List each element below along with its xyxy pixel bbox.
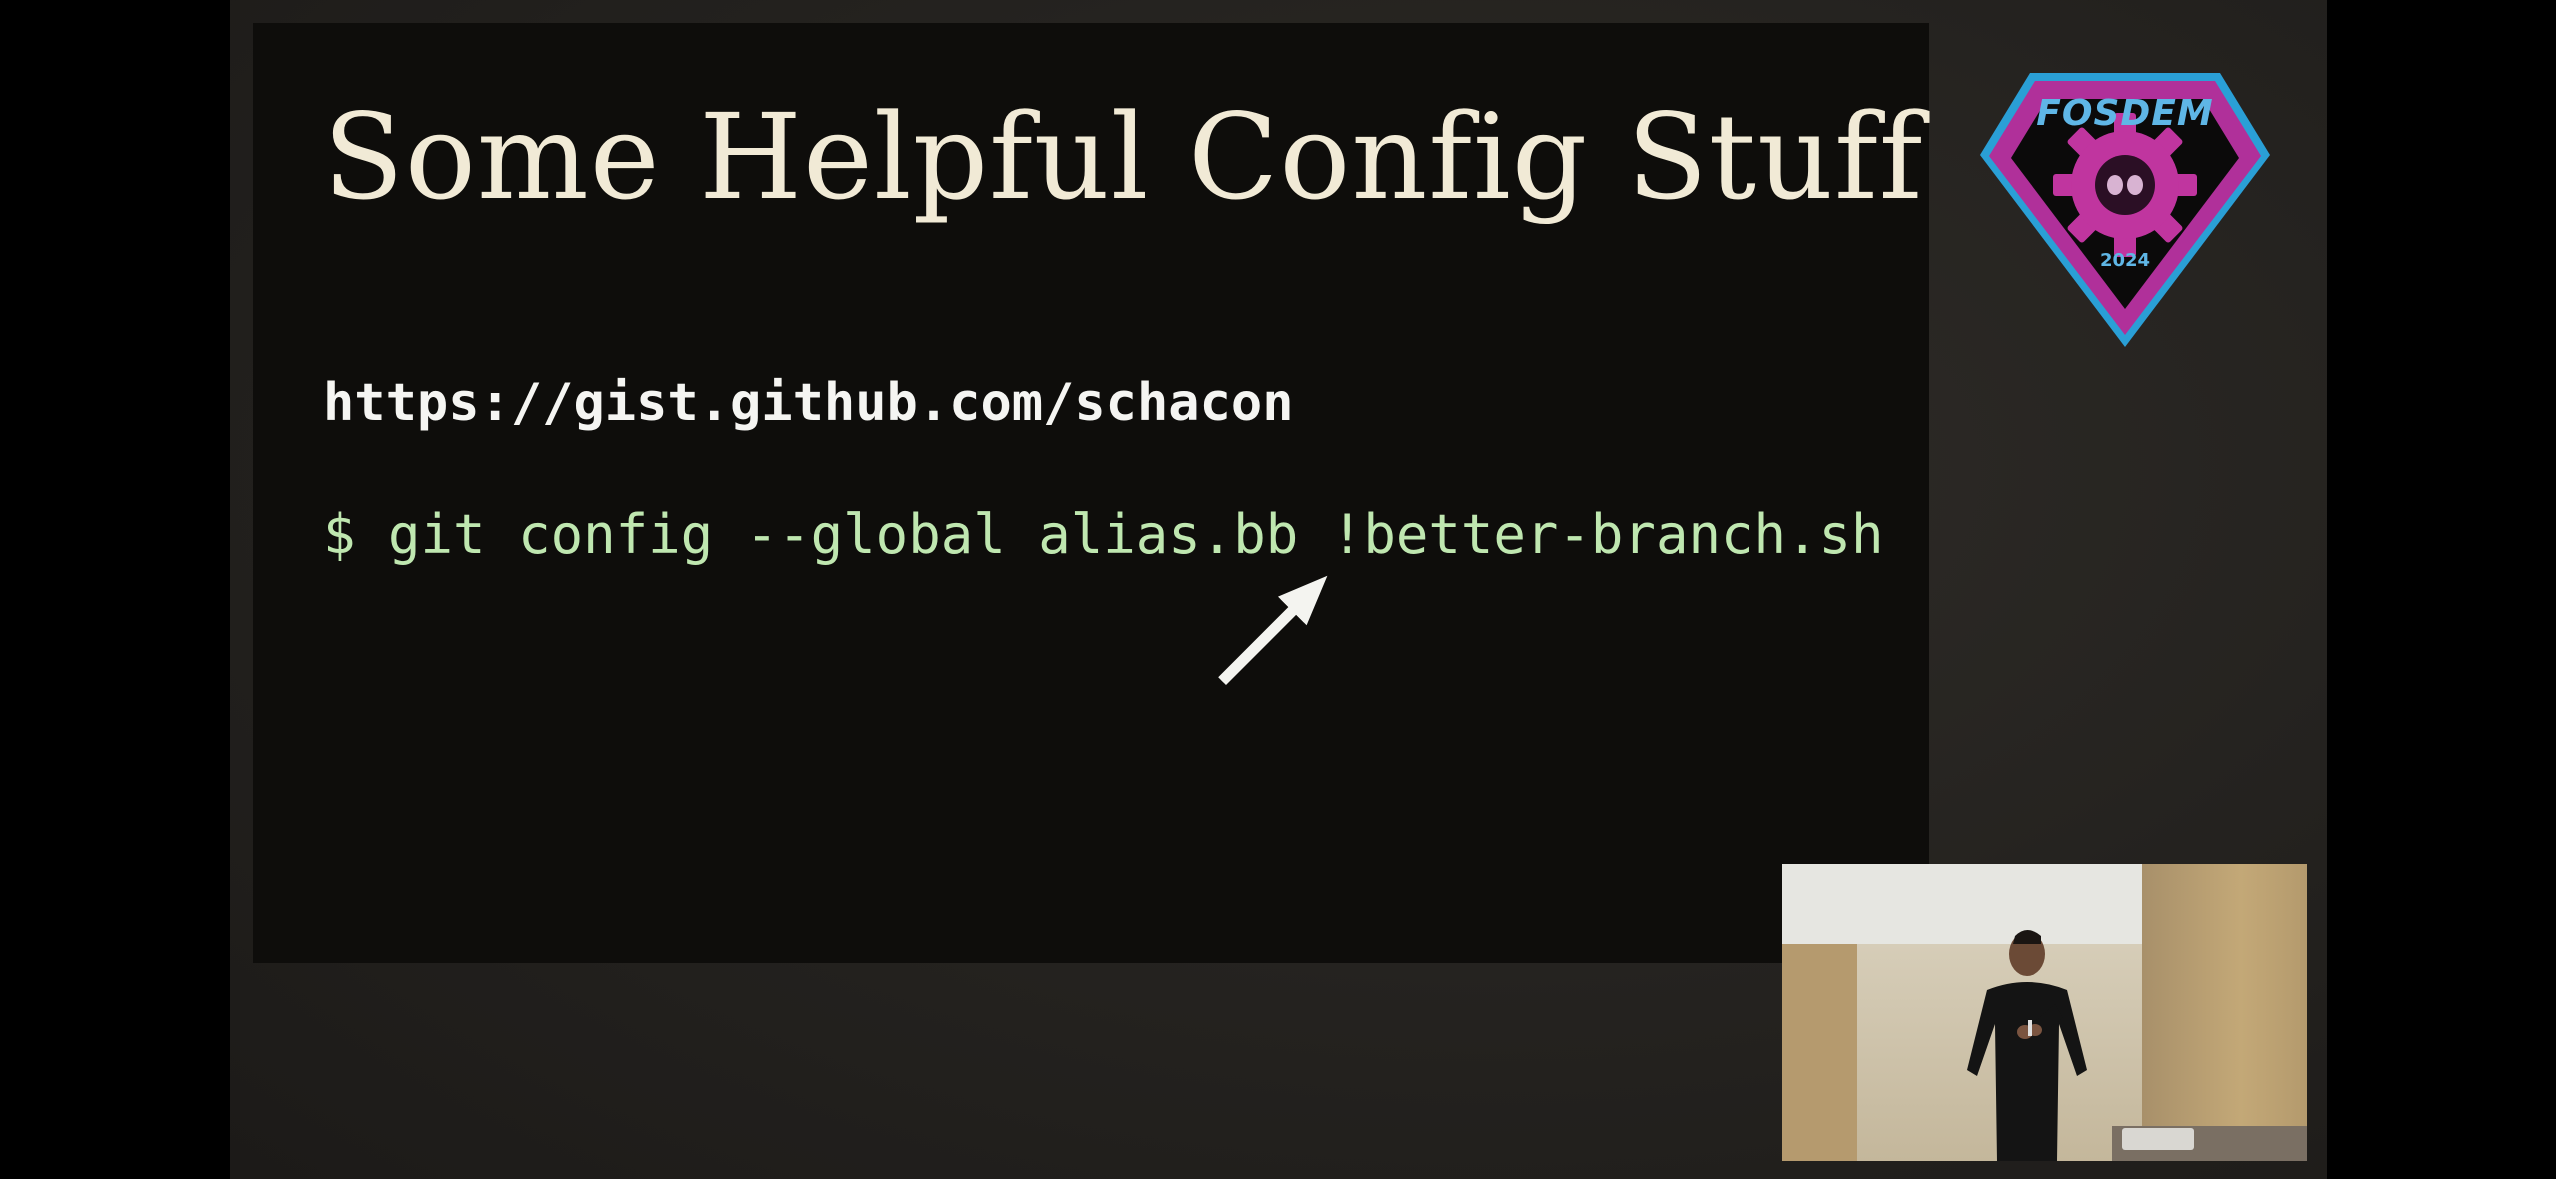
wood-panel — [1782, 944, 1857, 1161]
presentation-slide: Some Helpful Config Stuff https://gist.g… — [253, 23, 1929, 963]
wood-wall — [2142, 864, 2307, 1161]
slide-url: https://gist.github.com/schacon — [323, 373, 1294, 433]
speaker-camera-inset — [1782, 864, 2307, 1161]
logo-year: 2024 — [2099, 250, 2151, 271]
logo-wordmark: FOSDEM — [2036, 93, 2214, 134]
arrow-up-right-icon — [1218, 575, 1328, 685]
projector-device — [2122, 1128, 2194, 1150]
fosdem-logo: FOSDEM 2024 — [1975, 65, 2275, 355]
slide-command: $ git config --global alias.bb !better-b… — [323, 503, 1884, 566]
slide-title: Some Helpful Config Stuff — [323, 88, 1924, 226]
video-frame: Some Helpful Config Stuff https://gist.g… — [0, 0, 2556, 1179]
speaker-figure — [1967, 930, 2087, 1161]
